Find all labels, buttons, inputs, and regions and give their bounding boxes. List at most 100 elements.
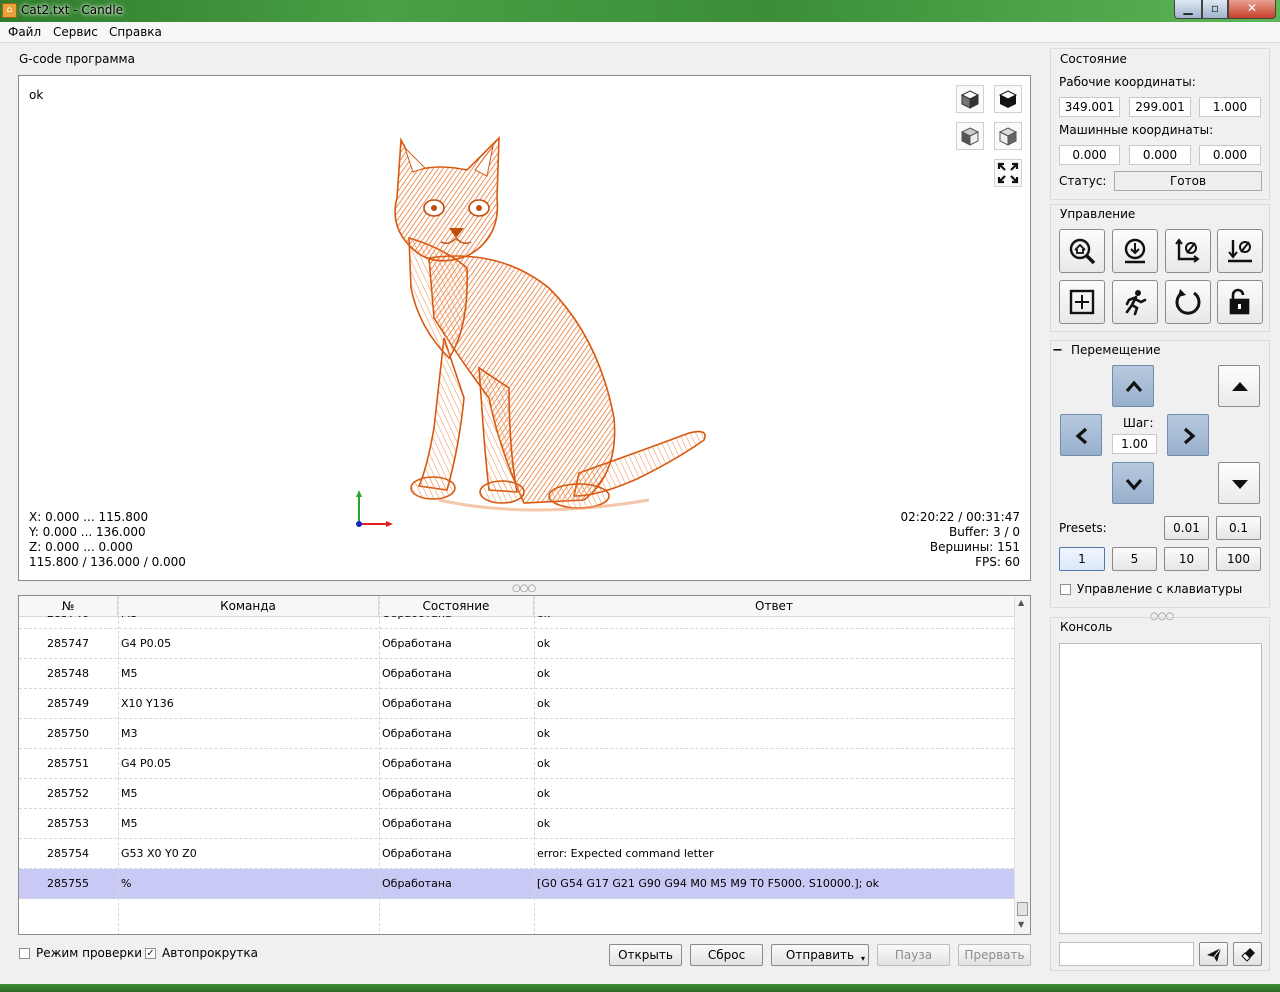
preset-5-button[interactable]: 5: [1112, 547, 1157, 571]
pause-button[interactable]: Пауза: [877, 944, 950, 966]
cell-response: ok: [537, 757, 551, 770]
step-input[interactable]: 1.00: [1112, 434, 1157, 454]
col-command[interactable]: Команда: [118, 596, 379, 616]
table-row[interactable]: 285750 M3 Обработана ok: [19, 719, 1014, 749]
preset-0-1-button[interactable]: 0.1: [1216, 516, 1261, 540]
bounds-size: 115.800 / 136.000 / 0.000: [29, 555, 186, 569]
view-top-button[interactable]: [994, 85, 1022, 113]
preset-1-button[interactable]: 1: [1059, 547, 1105, 571]
splitter-handle[interactable]: ○○○: [512, 583, 536, 594]
view-front-button[interactable]: [956, 122, 984, 150]
menu-file[interactable]: Файл: [8, 25, 41, 39]
close-button[interactable]: ✕: [1228, 0, 1276, 19]
abort-button[interactable]: Прервать: [958, 944, 1031, 966]
jog-x-minus-button[interactable]: [1060, 414, 1102, 456]
table-row[interactable]: 285746 M3 Обработана ok: [19, 616, 1014, 629]
jog-y-plus-button[interactable]: [1112, 365, 1154, 407]
zero-xy-button[interactable]: [1165, 229, 1211, 273]
scroll-down-icon[interactable]: ▼: [1018, 920, 1024, 929]
table-row[interactable]: 285748 M5 Обработана ok: [19, 659, 1014, 689]
cell-response: ok: [537, 697, 551, 710]
menu-service[interactable]: Сервис: [53, 25, 98, 39]
jog-x-plus-button[interactable]: [1167, 414, 1209, 456]
safe-position-button[interactable]: [1112, 280, 1158, 324]
autoscroll-label: Автопрокрутка: [162, 946, 258, 960]
jog-y-minus-button[interactable]: [1112, 462, 1154, 504]
status-badge: Готов: [1114, 171, 1262, 191]
open-button[interactable]: Открыть: [609, 944, 682, 966]
go-origin-button[interactable]: [1059, 280, 1105, 324]
cell-command: %: [121, 877, 132, 890]
work-coords-label: Рабочие координаты:: [1059, 75, 1196, 89]
console-send-button[interactable]: [1199, 942, 1228, 966]
preset-0-01-button[interactable]: 0.01: [1164, 516, 1209, 540]
gcode-table[interactable]: № Команда Состояние Ответ 285746 M3 Обрабо…: [18, 595, 1031, 935]
menu-help[interactable]: Справка: [109, 25, 162, 39]
axes-origin-icon: [356, 490, 393, 527]
cell-command: M5: [121, 787, 138, 800]
scroll-up-icon[interactable]: ▲: [1018, 598, 1024, 607]
gcode-status-text: ok: [29, 88, 44, 102]
table-scrollbar[interactable]: ▲ ▼: [1014, 596, 1030, 934]
unlock-button[interactable]: [1217, 280, 1263, 324]
cell-response: ok: [537, 616, 1007, 628]
state-title: Состояние: [1060, 52, 1127, 66]
cell-command: X10 Y136: [121, 697, 174, 710]
autoscroll-checkbox[interactable]: ✓: [145, 948, 156, 959]
send-arrow-icon: [1207, 947, 1222, 962]
console-output[interactable]: [1059, 643, 1262, 934]
jog-z-plus-button[interactable]: [1218, 365, 1260, 407]
table-row[interactable]: 285752 M5 Обработана ok: [19, 779, 1014, 809]
table-row[interactable]: 285749 X10 Y136 Обработана ok: [19, 689, 1014, 719]
view-left-button[interactable]: [994, 122, 1022, 150]
table-row[interactable]: 285754 G53 X0 Y0 Z0 Обработана error: Expec…: [19, 839, 1014, 869]
maximize-button[interactable]: ▫: [1202, 0, 1228, 19]
taskbar[interactable]: [0, 984, 1280, 992]
column-divider: [534, 596, 535, 934]
table-row[interactable]: 285751 G4 P0.05 Обработана ok: [19, 749, 1014, 779]
send-button[interactable]: Отправить ▾: [771, 944, 869, 966]
bounds-info: X: 0.000 ... 115.800 Y: 0.000 ... 136.00…: [29, 510, 186, 570]
jog-title: Перемещение: [1071, 343, 1161, 357]
reset-button[interactable]: Сброс: [690, 944, 763, 966]
cell-command: M5: [121, 817, 138, 830]
gcode-3d-view[interactable]: ok X: 0.000 ... 115.800 Y: 0.000 ... 136…: [18, 75, 1031, 581]
cell-state: Обработана: [382, 877, 452, 890]
title-bar[interactable]: ⌂ Cat2.txt - Candle ▁ ▫ ✕: [0, 0, 1280, 22]
cell-number: 285748: [47, 667, 89, 680]
fullscreen-icon: [997, 162, 1019, 184]
table-row[interactable]: 285755% Обработана [G0 G54 G17 G21 G90 G94…: [19, 869, 1014, 899]
cell-command: M5: [121, 667, 138, 680]
candle-app-icon: ⌂: [2, 3, 17, 18]
probe-z-button[interactable]: [1112, 229, 1158, 273]
col-number[interactable]: №: [19, 596, 118, 616]
col-state[interactable]: Состояние: [379, 596, 534, 616]
check-mode-checkbox[interactable]: [19, 948, 30, 959]
col-response[interactable]: Ответ: [534, 596, 1014, 616]
cell-number: 285753: [47, 817, 89, 830]
console-command-input[interactable]: [1059, 942, 1194, 966]
view-iso-button[interactable]: [956, 85, 984, 113]
bounds-z: Z: 0.000 ... 0.000: [29, 540, 133, 554]
unlock-icon: [1229, 288, 1250, 315]
console-title: Консоль: [1060, 620, 1113, 634]
zero-z-button[interactable]: [1217, 229, 1263, 273]
jog-z-minus-button[interactable]: [1218, 462, 1260, 504]
keyboard-control-checkbox[interactable]: [1060, 584, 1071, 595]
console-clear-button[interactable]: [1233, 942, 1262, 966]
restore-button[interactable]: [1165, 280, 1211, 324]
scroll-thumb[interactable]: [1017, 902, 1028, 916]
preset-100-button[interactable]: 100: [1216, 547, 1261, 571]
minimize-button[interactable]: ▁: [1174, 0, 1202, 19]
cell-number: 285750: [47, 727, 89, 740]
collapse-jog-icon[interactable]: −: [1052, 343, 1063, 358]
table-row[interactable]: 285747 G4 P0.05 Обработана ok: [19, 629, 1014, 659]
send-dropdown-icon[interactable]: ▾: [861, 949, 865, 969]
fit-view-button[interactable]: [994, 159, 1022, 187]
machine-x-field: 0.000: [1059, 145, 1120, 165]
preset-10-button[interactable]: 10: [1164, 547, 1209, 571]
home-button[interactable]: [1059, 229, 1105, 273]
table-row[interactable]: 285753 M5 Обработана ok: [19, 809, 1014, 839]
cell-number: 285747: [47, 637, 89, 650]
control-title: Управление: [1060, 207, 1136, 221]
